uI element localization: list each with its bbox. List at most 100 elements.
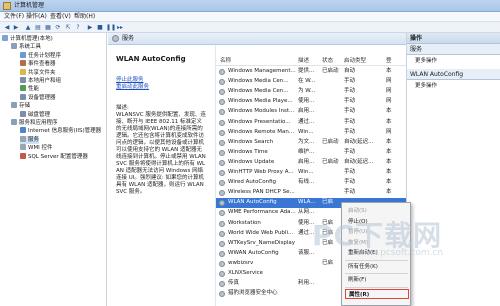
tree-node[interactable]: 设备管理器	[20, 93, 56, 102]
service-row[interactable]: Wired AutoConfig 有线... 手动 本	[216, 178, 406, 188]
context-menu-item[interactable]: 停止(O)	[348, 217, 408, 227]
service-name: WWAN AutoConfig	[228, 249, 279, 256]
tree-node[interactable]: WMI 控件	[20, 144, 53, 152]
service-gear-icon	[219, 190, 225, 197]
service-start: 手动	[344, 148, 356, 155]
service-row[interactable]: Windows Remote Man... Win... 手动 网	[216, 128, 406, 138]
restart-service-link[interactable]: 重启动此服务	[116, 84, 207, 91]
up-icon[interactable]: ▲	[24, 24, 32, 31]
restart-icon[interactable]: ▸▸	[116, 24, 124, 31]
tree-node[interactable]: 共享文件夹	[20, 68, 56, 77]
col-name[interactable]: 名称	[220, 58, 231, 65]
service-desc: 为文...	[298, 138, 315, 145]
menu-view[interactable]: 查看(V)	[50, 13, 71, 21]
service-gear-icon	[219, 69, 225, 75]
context-menu-item[interactable]: 所有任务(K)	[348, 262, 408, 272]
back-icon[interactable]: ◀	[3, 24, 11, 31]
service-row[interactable]: Windows Media Cen... 为 W... 手动 网	[216, 87, 406, 97]
service-logon: 本	[386, 179, 392, 186]
service-desc: 通过...	[298, 229, 315, 236]
service-row[interactable]: Windows Management... 提供... 已启动 自动 本	[216, 67, 406, 77]
tree-node-label: 共享文件夹	[28, 69, 56, 76]
tree-node[interactable]: 存储	[11, 102, 30, 110]
menu-file[interactable]: 文件(F)	[4, 13, 24, 21]
service-row[interactable]: Windows Time 维护... 手动 本	[216, 148, 406, 158]
more-actions-wlan-link[interactable]: 更多操作	[415, 82, 437, 90]
service-start: 手动	[344, 98, 356, 105]
stop-icon[interactable]: ■	[96, 24, 104, 31]
context-menu-item[interactable]: 启动(S)	[348, 206, 408, 216]
service-logon: 本	[386, 189, 392, 196]
actions-services-section[interactable]: 服务	[407, 44, 500, 55]
service-status: 已启动	[322, 158, 339, 165]
refresh-icon[interactable]: ⟳	[54, 24, 62, 31]
tree-node[interactable]: Internet 信息服务(IIS)管理器	[20, 127, 101, 135]
pause-icon[interactable]: ❚❚	[106, 24, 116, 31]
tree-node-icon	[11, 102, 17, 109]
service-desc: Win...	[298, 169, 314, 175]
service-name: Windows Remote Man...	[228, 128, 295, 135]
tree-node[interactable]: 任务计划程序	[20, 51, 62, 60]
play-icon[interactable]: ▶	[86, 24, 94, 31]
service-row[interactable]: Windows Presentatio... 通过... 手动 本	[216, 118, 406, 128]
computer-management-icon	[3, 2, 11, 10]
help-icon[interactable]: ?	[74, 24, 82, 31]
service-desc: WLA...	[298, 199, 316, 206]
tree-node[interactable]: 服务	[20, 135, 40, 144]
forward-icon[interactable]: ▶	[12, 24, 20, 31]
actions-wlan-section[interactable]: WLAN AutoConfig	[407, 69, 500, 80]
context-menu-item[interactable]: 暂停(U)	[348, 227, 408, 237]
col-logon[interactable]: 登	[386, 58, 392, 65]
tree-node[interactable]: 服务和应用程序	[11, 119, 58, 127]
more-actions-link[interactable]: 更多操作	[415, 57, 437, 65]
col-desc[interactable]: 描述	[298, 58, 309, 65]
col-startup[interactable]: 启动类型	[344, 58, 366, 65]
tree-node-label: Internet 信息服务(IIS)管理器	[28, 128, 102, 135]
service-desc: 使用...	[298, 98, 315, 105]
title-bar: 计算机管理	[0, 0, 500, 12]
tree-node[interactable]: 事件查看器	[20, 60, 56, 68]
service-gear-icon	[219, 260, 225, 267]
menu-help[interactable]: 帮助(H)	[74, 13, 95, 21]
service-gear-icon	[219, 200, 225, 207]
tree-node[interactable]: 性能	[20, 85, 39, 93]
export-icon[interactable]: ⇱	[64, 24, 72, 31]
service-logon: 本	[386, 68, 392, 74]
service-row[interactable]: Windows Modules Inst... 启用... 手动 本	[216, 107, 406, 117]
service-row[interactable]: Windows Search 为文... 已启动 自动(延迟... 本	[216, 138, 406, 148]
service-name: Wireless PAN DHCP Se...	[228, 189, 295, 196]
service-gear-icon	[219, 180, 225, 187]
context-menu-item[interactable]: 刷新(F)	[348, 275, 408, 285]
tree-node[interactable]: 本地用户和组	[20, 77, 61, 85]
tree-node[interactable]: 磁盘管理	[20, 110, 50, 119]
service-logon: 本	[386, 169, 392, 175]
tree-node-icon	[11, 119, 17, 125]
properties-icon[interactable]: ▦	[44, 24, 52, 31]
tree-node-label: 任务计划程序	[28, 52, 62, 59]
tree-node[interactable]: SQL Server 配置管理器	[20, 152, 88, 161]
menu-action[interactable]: 操作(A)	[26, 13, 47, 21]
service-start: 手动	[344, 128, 356, 135]
show-tree-icon[interactable]: ▤	[34, 24, 42, 31]
service-row[interactable]: Wireless PAN DHCP Se... 手动 本	[216, 188, 406, 198]
context-menu-item[interactable]: 属性(R)	[345, 288, 409, 299]
stop-service-link[interactable]: 停止此服务	[116, 77, 207, 84]
tree-node[interactable]: 计算机管理(本地)	[2, 35, 53, 43]
tree-node-icon	[20, 144, 26, 151]
window-title: 计算机管理	[14, 2, 45, 9]
service-row[interactable]: Windows Update 启用... 已启动 自动(延迟... 本	[216, 158, 406, 168]
context-menu-item[interactable]: 恢复(M)	[348, 238, 408, 248]
service-row[interactable]: Windows Media Cen... 在 W... 手动 网	[216, 77, 406, 87]
service-row[interactable]: WinHTTP Web Proxy A... Win... 手动 本	[216, 168, 406, 178]
service-name: Wired AutoConfig	[228, 179, 277, 186]
col-status[interactable]: 状态	[322, 58, 333, 65]
tree-node-label: 性能	[28, 86, 40, 93]
service-start: 手动	[344, 169, 356, 175]
service-gear-icon	[219, 149, 225, 156]
service-row[interactable]: Windows Media Playe... 使用... 手动 网	[216, 97, 406, 107]
tree-node[interactable]: 系统工具	[11, 43, 41, 51]
context-menu-item[interactable]: 重新启动(E)	[348, 248, 408, 258]
description-text: WLANSVC 服务提供配置、发现、连接、断开与 IEEE 802.11 标准定…	[116, 112, 206, 195]
menu-separator	[345, 259, 408, 261]
services-icon	[112, 35, 119, 42]
